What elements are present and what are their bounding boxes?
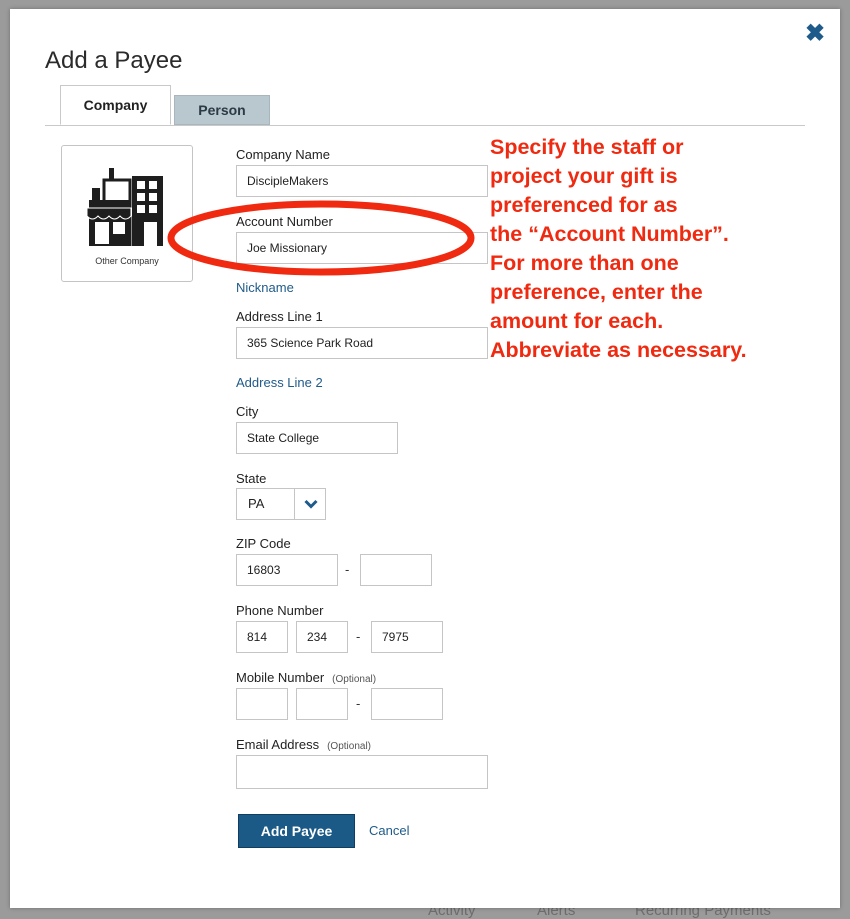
tab-person[interactable]: Person <box>174 95 270 125</box>
zip-code-label: ZIP Code <box>236 536 291 551</box>
chevron-down-icon[interactable] <box>294 489 326 519</box>
mobile-separator: - <box>356 696 361 711</box>
city-input[interactable] <box>236 422 398 454</box>
company-name-label: Company Name <box>236 147 330 162</box>
optional-hint: (Optional) <box>332 674 377 685</box>
mobile-number-label-text: Mobile Number <box>236 670 325 685</box>
payee-type-tabs: Company Person <box>45 85 805 126</box>
address-line-2-link[interactable]: Address Line 2 <box>236 375 323 390</box>
add-payee-button[interactable]: Add Payee <box>238 814 355 848</box>
address-line-1-label: Address Line 1 <box>236 309 323 324</box>
annotation-line: project your gift is <box>490 164 678 188</box>
zip-separator: - <box>345 562 350 577</box>
annotation-line: amount for each. <box>490 309 664 333</box>
zip-code-input[interactable] <box>236 554 338 586</box>
phone-separator: - <box>356 629 361 644</box>
cancel-button[interactable]: Cancel <box>369 823 409 838</box>
state-select-value: PA <box>248 496 265 511</box>
nickname-link[interactable]: Nickname <box>236 280 294 295</box>
store-building-icon <box>86 168 163 246</box>
annotation-line: Specify the staff or <box>490 135 684 159</box>
annotation-note: Specify the staff or project your gift i… <box>490 133 810 365</box>
city-label: City <box>236 404 259 419</box>
email-address-label-text: Email Address <box>236 737 320 752</box>
mobile-line-input[interactable] <box>371 688 443 720</box>
close-icon[interactable]: ✖ <box>804 22 826 46</box>
annotation-line: the “Account Number”. <box>490 222 729 246</box>
annotation-ellipse <box>167 200 475 276</box>
mobile-prefix-input[interactable] <box>296 688 348 720</box>
state-label: State <box>236 471 267 486</box>
tab-company[interactable]: Company <box>60 85 171 125</box>
email-address-input[interactable] <box>236 755 488 789</box>
phone-line-input[interactable] <box>371 621 443 653</box>
mobile-number-label: Mobile Number (Optional) <box>236 670 376 685</box>
annotation-line: preference, enter the <box>490 280 703 304</box>
company-name-input[interactable] <box>236 165 488 197</box>
phone-number-label: Phone Number <box>236 603 324 618</box>
address-line-1-input[interactable] <box>236 327 488 359</box>
state-select[interactable]: PA <box>236 488 326 520</box>
email-address-label: Email Address (Optional) <box>236 737 371 752</box>
annotation-line: For more than one <box>490 251 679 275</box>
phone-area-code-input[interactable] <box>236 621 288 653</box>
annotation-line: preferenced for as <box>490 193 678 217</box>
optional-hint: (Optional) <box>327 741 371 752</box>
annotation-line: Abbreviate as necessary. <box>490 338 747 362</box>
zip-extension-input[interactable] <box>360 554 432 586</box>
add-payee-dialog: ✖ Add a Payee Company Person Other Compa… <box>10 9 840 908</box>
phone-prefix-input[interactable] <box>296 621 348 653</box>
mobile-area-code-input[interactable] <box>236 688 288 720</box>
dialog-title: Add a Payee <box>45 47 183 74</box>
